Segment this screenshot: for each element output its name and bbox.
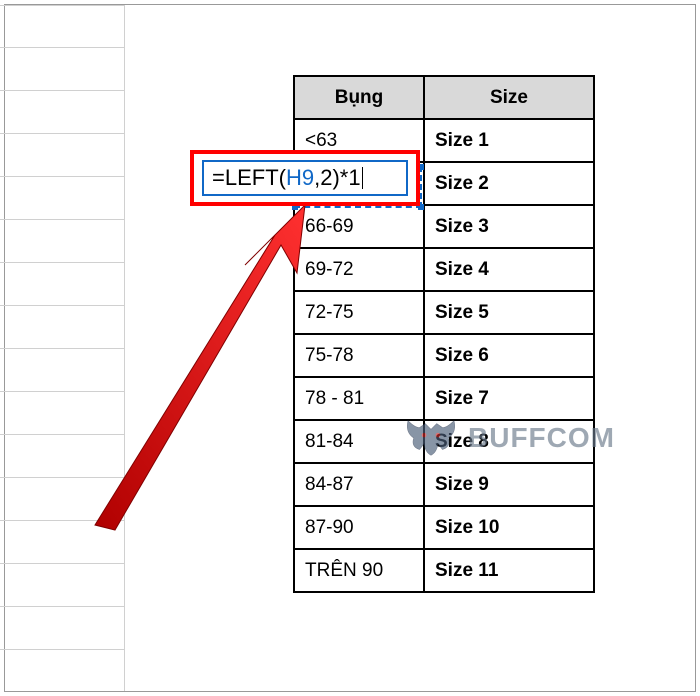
- bung-cell[interactable]: 66-69: [294, 205, 424, 248]
- empty-cell[interactable]: [0, 220, 124, 263]
- formula-prefix: =LEFT(: [212, 165, 286, 191]
- size-cell[interactable]: Size 6: [424, 334, 594, 377]
- empty-cell[interactable]: [0, 478, 124, 521]
- empty-cell[interactable]: [0, 607, 124, 650]
- table-row: 78 - 81 Size 7: [294, 377, 594, 420]
- empty-cell[interactable]: [0, 134, 124, 177]
- header-bung[interactable]: Bụng: [294, 76, 424, 119]
- text-cursor-icon: [362, 167, 363, 189]
- bung-cell[interactable]: 72-75: [294, 291, 424, 334]
- table-row: 66-69 Size 3: [294, 205, 594, 248]
- formula-input[interactable]: =LEFT(H9,2)*1: [202, 160, 408, 196]
- table-row: 87-90 Size 10: [294, 506, 594, 549]
- empty-cell[interactable]: [0, 177, 124, 220]
- bung-cell[interactable]: 84-87: [294, 463, 424, 506]
- size-cell[interactable]: Size 4: [424, 248, 594, 291]
- empty-cell[interactable]: [0, 263, 124, 306]
- size-cell[interactable]: Size 10: [424, 506, 594, 549]
- empty-cell[interactable]: [0, 564, 124, 607]
- bung-cell[interactable]: 87-90: [294, 506, 424, 549]
- table-row: 72-75 Size 5: [294, 291, 594, 334]
- size-cell[interactable]: Size 1: [424, 119, 594, 162]
- size-cell[interactable]: Size 2: [424, 162, 594, 205]
- empty-cell[interactable]: [0, 48, 124, 91]
- table-row: 69-72 Size 4: [294, 248, 594, 291]
- formula-cell-ref: H9: [286, 165, 314, 191]
- bung-cell[interactable]: TRÊN 90: [294, 549, 424, 592]
- bung-cell[interactable]: 69-72: [294, 248, 424, 291]
- size-cell[interactable]: Size 3: [424, 205, 594, 248]
- table-row: 84-87 Size 9: [294, 463, 594, 506]
- formula-suffix: ,2)*1: [314, 165, 360, 191]
- empty-cell[interactable]: [0, 5, 124, 48]
- table-row: 75-78 Size 6: [294, 334, 594, 377]
- size-cell[interactable]: Size 8: [424, 420, 594, 463]
- empty-cell[interactable]: [0, 306, 124, 349]
- table-row: 81-84 Size 8: [294, 420, 594, 463]
- empty-cell[interactable]: [0, 392, 124, 435]
- empty-cell[interactable]: [0, 349, 124, 392]
- size-cell[interactable]: Size 11: [424, 549, 594, 592]
- size-cell[interactable]: Size 7: [424, 377, 594, 420]
- screenshot-frame: Bụng Size <63 Size 1 Size 2 66-69 Size 3…: [4, 4, 696, 692]
- bung-cell[interactable]: 78 - 81: [294, 377, 424, 420]
- size-cell[interactable]: Size 5: [424, 291, 594, 334]
- empty-cell[interactable]: [0, 435, 124, 478]
- empty-cell[interactable]: [0, 521, 124, 564]
- left-empty-column: [0, 5, 125, 691]
- size-cell[interactable]: Size 9: [424, 463, 594, 506]
- header-size[interactable]: Size: [424, 76, 594, 119]
- empty-cell[interactable]: [0, 91, 124, 134]
- formula-highlight-box: =LEFT(H9,2)*1: [190, 150, 420, 206]
- table-row: TRÊN 90 Size 11: [294, 549, 594, 592]
- bung-cell[interactable]: 81-84: [294, 420, 424, 463]
- bung-cell[interactable]: 75-78: [294, 334, 424, 377]
